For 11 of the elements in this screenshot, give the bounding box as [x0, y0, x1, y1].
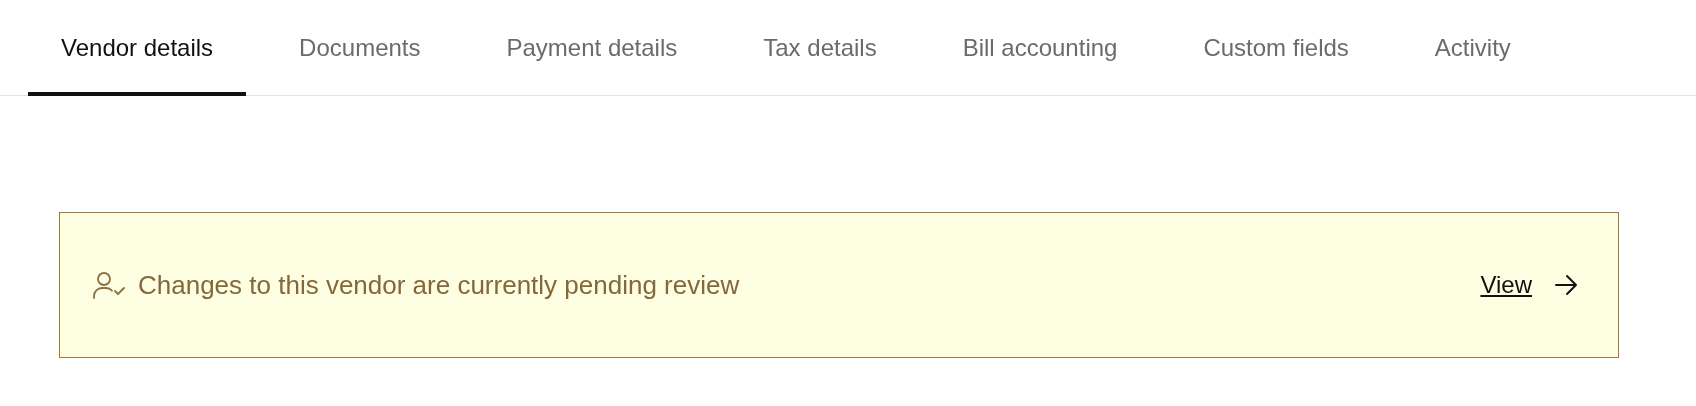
- banner-message: Changes to this vendor are currently pending review: [138, 269, 741, 301]
- tab[interactable]: Vendor details: [28, 0, 247, 96]
- tab[interactable]: Custom fields: [1170, 0, 1382, 96]
- tab[interactable]: Tax details: [730, 0, 910, 96]
- tab[interactable]: Activity: [1401, 0, 1544, 96]
- tab[interactable]: Documents: [266, 0, 454, 96]
- tab[interactable]: Bill accounting: [929, 0, 1151, 96]
- user-check-icon: [92, 270, 126, 300]
- view-link[interactable]: View: [1480, 271, 1532, 299]
- tab[interactable]: Payment details: [473, 0, 711, 96]
- arrow-right-icon: [1554, 274, 1578, 296]
